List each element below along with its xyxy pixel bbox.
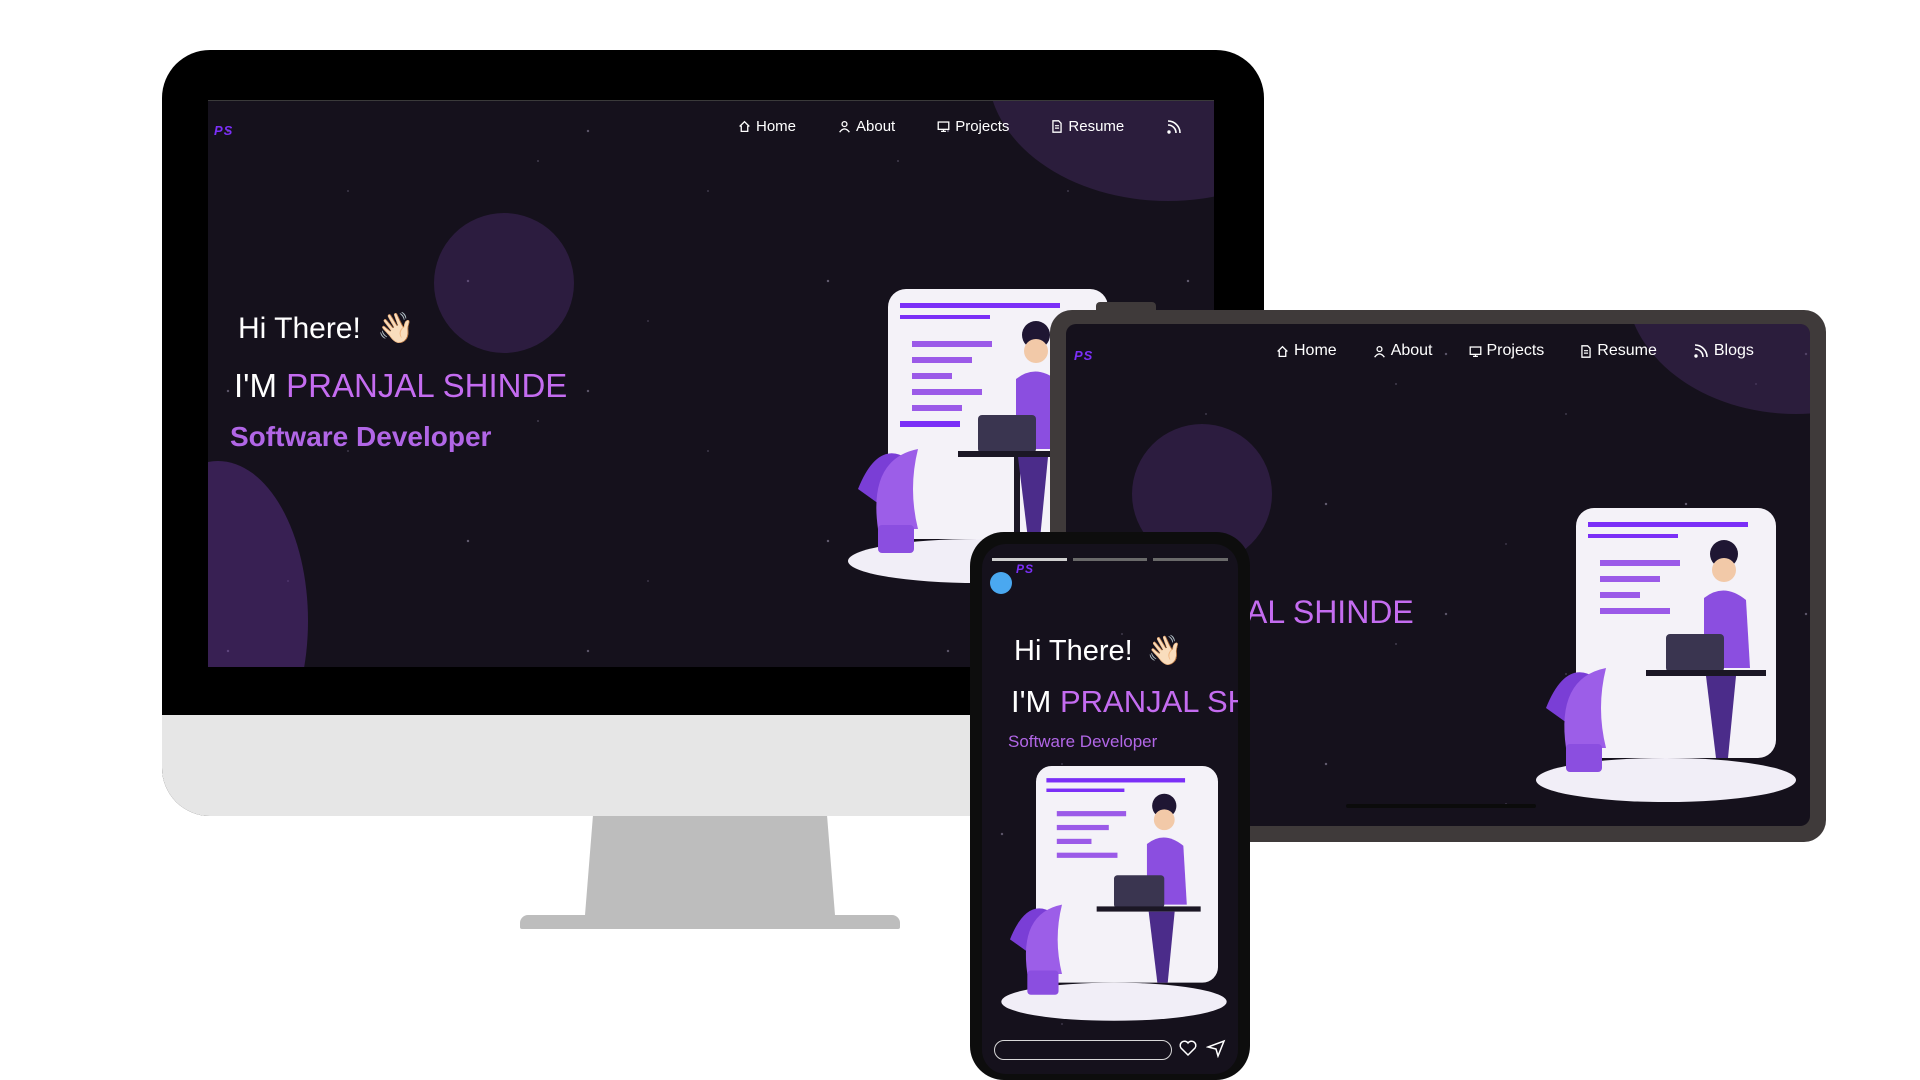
heart-icon[interactable] <box>1178 1038 1198 1058</box>
nav-about[interactable]: About <box>838 118 895 135</box>
tablet-nav-about[interactable]: About <box>1373 342 1433 360</box>
nav-about-label: About <box>856 118 896 135</box>
nav-projects[interactable]: Projects <box>937 118 1009 135</box>
greeting: Hi There! 👋🏻 <box>238 311 415 346</box>
user-icon <box>839 120 850 133</box>
phone-site-logo[interactable]: PS <box>1016 562 1034 576</box>
tablet-nav-projects[interactable]: Projects <box>1469 342 1545 360</box>
phone-greeting: Hi There! 👋🏻 <box>1014 634 1183 668</box>
im-prefix: I'M <box>234 367 277 404</box>
tablet-site-logo[interactable]: PS <box>1074 348 1093 363</box>
tablet-nav-home-label: Home <box>1294 342 1337 359</box>
wave-icon: 👋🏻 <box>377 312 415 345</box>
nav-blogs[interactable] <box>1166 119 1182 135</box>
tablet-nav-blogs-label: Blogs <box>1713 342 1754 359</box>
nav-projects-label: Projects <box>955 118 1010 135</box>
rss-icon <box>1694 344 1708 358</box>
tablet-nav-projects-label: Projects <box>1486 342 1545 359</box>
projects-icon <box>1469 345 1481 357</box>
tablet-developer-illustration <box>1526 508 1806 808</box>
nav-resume-label: Resume <box>1068 118 1125 135</box>
phone-developer-illustration <box>994 766 1234 1026</box>
tablet-home-indicator[interactable] <box>1346 804 1536 808</box>
name-highlight: PRANJAL SHINDE <box>286 367 568 404</box>
home-icon <box>739 120 750 133</box>
monitor-stand-base <box>520 915 900 929</box>
phone-wave-icon: 👋🏻 <box>1146 635 1183 667</box>
projects-icon <box>937 121 950 133</box>
nav-home-label: Home <box>756 118 797 135</box>
tablet-navbar: Home About Projects Resume Blogs <box>1276 342 1754 360</box>
document-icon <box>1581 344 1592 358</box>
phone-reply-input[interactable] <box>994 1040 1172 1060</box>
monitor-stand <box>565 815 855 925</box>
tablet-nav-resume-label: Resume <box>1597 342 1657 359</box>
tablet-top-buttons <box>1096 302 1156 312</box>
phone-avatar[interactable] <box>990 572 1012 594</box>
tablet-nav-home[interactable]: Home <box>1276 342 1337 360</box>
phone-screen: PS Hi There! 👋🏻 I'M PRANJAL SH Software … <box>982 544 1238 1074</box>
phone-hero-name: I'M PRANJAL SH <box>1011 684 1238 720</box>
phone-name-highlight: PRANJAL SH <box>1059 684 1238 719</box>
rss-icon <box>1167 119 1182 134</box>
phone-hero-role: Software Developer <box>1008 732 1158 751</box>
desktop-navbar: Home About Projects Resume <box>738 118 1182 135</box>
tablet-nav-blogs[interactable]: Blogs <box>1693 342 1754 360</box>
phone-greeting-text: Hi There! <box>1014 635 1133 667</box>
tablet-nav-resume[interactable]: Resume <box>1580 342 1657 360</box>
user-icon <box>1373 345 1385 358</box>
tablet-nav-about-label: About <box>1390 342 1433 359</box>
send-icon[interactable] <box>1205 1038 1226 1059</box>
document-icon <box>1052 120 1063 133</box>
site-logo[interactable]: PS <box>214 123 233 138</box>
greeting-text: Hi There! <box>238 312 361 345</box>
phone-im-prefix: I'M <box>1011 684 1052 719</box>
hero-name: I'M PRANJAL SHINDE <box>234 367 567 405</box>
phone-progress-bars <box>992 558 1229 561</box>
home-icon <box>1277 345 1288 357</box>
hero-role: Software Developer <box>230 421 492 452</box>
tablet-name-highlight: AL SHINDE <box>1246 594 1414 630</box>
nav-home[interactable]: Home <box>738 118 796 135</box>
nav-resume[interactable]: Resume <box>1051 118 1124 135</box>
tablet-hero-name: AL SHINDE <box>1246 594 1414 631</box>
